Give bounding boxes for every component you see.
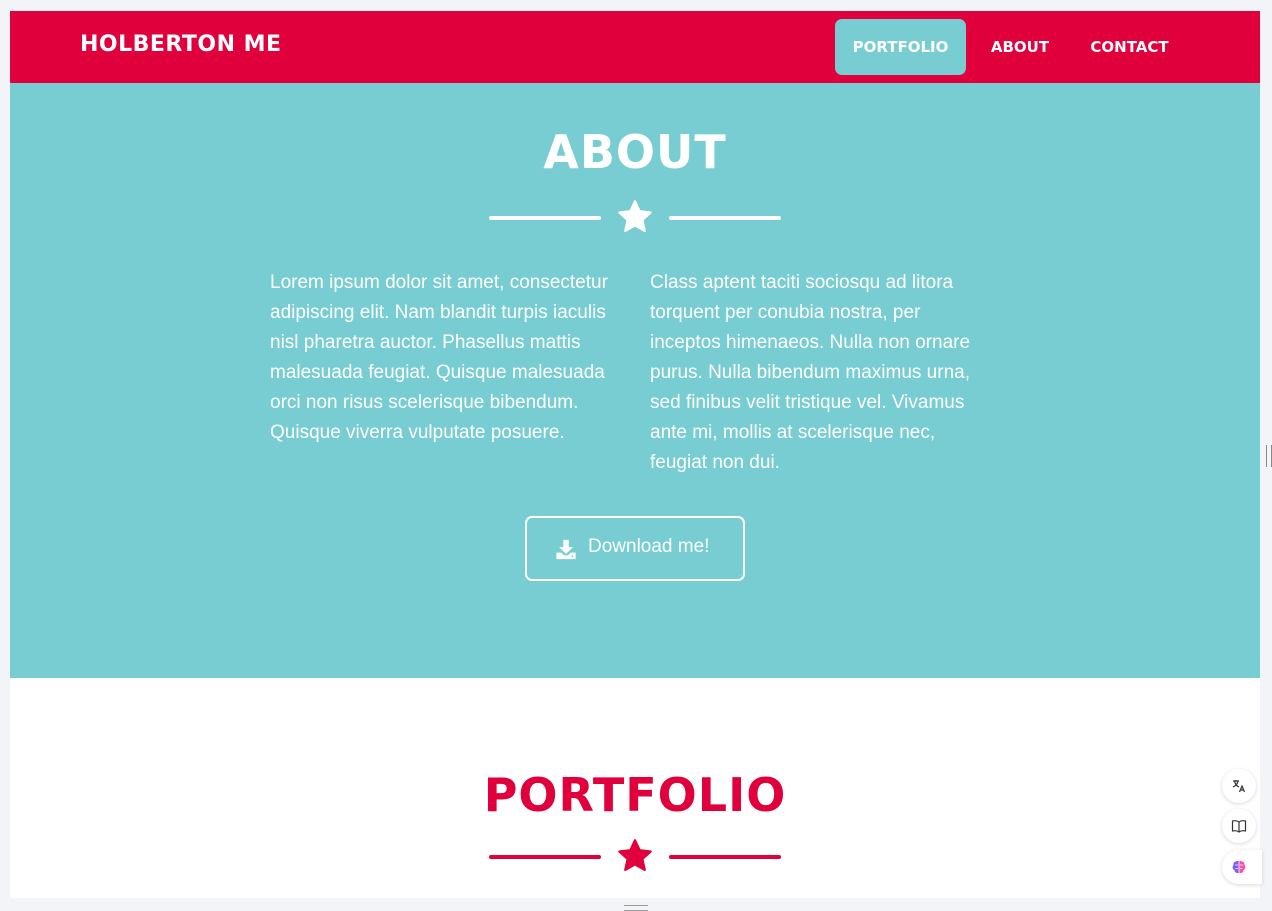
about-paragraph-left: Lorem ipsum dolor sit amet, consectetur … [270, 272, 608, 443]
divider-line-right [669, 855, 781, 859]
nav-item-portfolio[interactable]: PORTFOLIO [835, 19, 966, 75]
translate-icon [1232, 780, 1246, 793]
page: HOLBERTON ME PORTFOLIO ABOUT CONTACT ABO… [10, 11, 1260, 898]
about-paragraph-right: Class aptent taciti sociosqu ad litora t… [650, 272, 971, 473]
brand-logo-text[interactable]: HOLBERTON ME [80, 32, 282, 57]
portfolio-title: PORTFOLIO [483, 768, 787, 822]
floating-toolbar [1222, 768, 1262, 888]
download-button-label: Download me! [588, 536, 710, 557]
nav-item-about[interactable]: ABOUT [970, 19, 1070, 75]
brain-icon [1232, 860, 1246, 874]
divider-line-left [489, 216, 601, 220]
navbar: HOLBERTON ME PORTFOLIO ABOUT CONTACT [10, 11, 1260, 83]
translate-button[interactable] [1222, 769, 1256, 803]
reader-button[interactable] [1222, 809, 1256, 843]
nav-item-contact[interactable]: CONTACT [1077, 19, 1182, 75]
book-icon [1231, 820, 1247, 833]
divider-line-left [489, 855, 601, 859]
download-button[interactable]: Download me! [525, 516, 745, 581]
about-title: ABOUT [543, 125, 727, 179]
star-icon [618, 200, 652, 233]
portfolio-section: PORTFOLIO [10, 678, 1260, 898]
ai-assistant-button[interactable] [1222, 850, 1262, 884]
scroll-handle[interactable] [624, 905, 648, 911]
resize-handle[interactable] [1266, 445, 1272, 467]
about-section: ABOUT Lorem ipsum dolor sit amet, consec… [10, 83, 1260, 678]
star-icon [618, 839, 652, 872]
divider-line-right [669, 216, 781, 220]
download-icon [556, 539, 576, 560]
